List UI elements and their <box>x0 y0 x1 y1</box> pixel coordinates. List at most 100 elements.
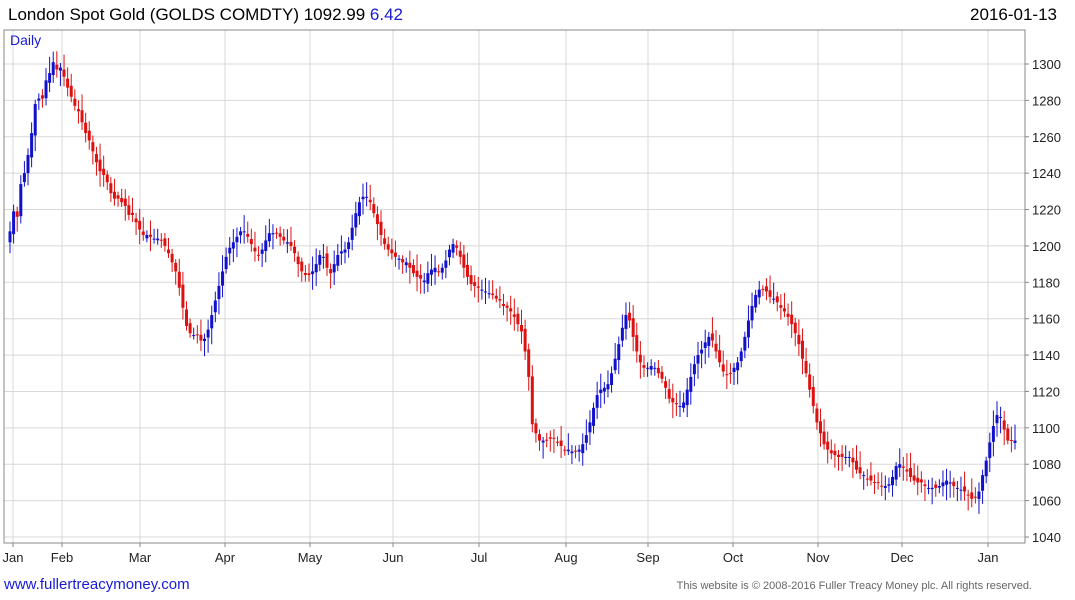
x-tick-label: Jun <box>383 550 404 565</box>
candle-body <box>981 475 985 491</box>
candle-body <box>581 444 585 454</box>
candle-body <box>404 262 408 266</box>
candle-body <box>350 227 354 240</box>
candle-body <box>617 344 621 361</box>
candle-body <box>311 271 315 275</box>
candle-body <box>833 450 837 456</box>
candle-body <box>426 273 430 284</box>
y-tick-label: 1040 <box>1032 530 1061 545</box>
candle-body <box>257 254 261 256</box>
candle-body <box>347 242 351 250</box>
candle-body <box>375 214 379 225</box>
candle-body <box>390 249 394 254</box>
x-tick-label: Mar <box>129 550 152 565</box>
candle-body <box>991 426 995 442</box>
candle-body <box>934 484 938 488</box>
candle-body <box>221 271 225 286</box>
candle-body <box>574 450 578 452</box>
candle-body <box>743 336 747 351</box>
candle-body <box>408 262 412 268</box>
candle-body <box>501 303 505 306</box>
y-tick-label: 1140 <box>1032 348 1060 363</box>
candle-body <box>584 435 588 443</box>
candle-body <box>437 271 441 273</box>
candle-body <box>336 255 340 266</box>
candle-body <box>329 269 333 274</box>
candle-body <box>559 440 563 447</box>
candle-body <box>156 238 160 241</box>
candle-body <box>40 95 44 99</box>
candle-body <box>455 245 459 248</box>
candle-body <box>516 313 520 325</box>
candle-body <box>545 439 549 441</box>
candle-body <box>793 322 797 334</box>
candle-body <box>635 335 639 352</box>
x-tick-label: Oct <box>723 550 744 565</box>
candle-body <box>905 469 909 472</box>
website-link[interactable]: www.fullertreacymoney.com <box>4 576 190 593</box>
candle-body <box>927 487 931 489</box>
candle-body <box>966 494 970 496</box>
candle-body <box>293 246 297 254</box>
candle-body <box>102 168 106 175</box>
candle-body <box>660 371 664 379</box>
candle-body <box>213 300 217 313</box>
candle-body <box>163 238 167 246</box>
candle-body <box>790 314 794 325</box>
candle-body <box>141 231 145 236</box>
y-tick-label: 1300 <box>1032 57 1061 72</box>
candle-body <box>631 318 635 337</box>
candle-body <box>876 482 880 484</box>
candle-body <box>970 492 974 499</box>
candle-body <box>159 239 163 241</box>
candle-body <box>51 62 55 76</box>
x-tick-label: Sep <box>636 550 659 565</box>
candle-body <box>58 67 62 71</box>
candle-body <box>869 475 873 481</box>
candle-body <box>210 315 214 329</box>
candle-body <box>602 387 606 392</box>
candle-body <box>710 333 714 341</box>
candle-body <box>422 280 426 283</box>
x-tick-label: Jan <box>3 550 24 565</box>
candle-body <box>231 242 235 249</box>
candle-body <box>768 290 772 297</box>
candle-body <box>458 250 462 257</box>
candle-body <box>566 449 570 452</box>
candle-body <box>181 284 185 308</box>
candle-body <box>923 484 927 487</box>
candle-body <box>192 335 196 337</box>
candle-body <box>170 253 174 263</box>
candle-body <box>440 267 444 273</box>
y-tick-label: 1120 <box>1032 384 1060 399</box>
candle-body <box>847 456 851 458</box>
candle-body <box>887 484 891 486</box>
candle-body <box>548 437 552 439</box>
candle-body <box>357 202 361 217</box>
candle-body <box>123 198 127 206</box>
candle-body <box>199 334 203 341</box>
candle-body <box>952 481 956 487</box>
candle-body <box>592 407 596 426</box>
candle-body <box>725 374 729 376</box>
candle-body <box>365 196 369 198</box>
candle-body <box>289 241 293 246</box>
candle-body <box>692 364 696 375</box>
candle-body <box>451 244 455 253</box>
candle-body <box>228 247 232 254</box>
x-tick-label: Apr <box>215 550 236 565</box>
candle-body <box>444 260 448 268</box>
candle-body <box>235 236 239 243</box>
candle-body <box>314 264 318 273</box>
candle-body <box>379 221 383 236</box>
candle-body <box>534 423 538 434</box>
copyright-notice: This website is © 2008-2016 Fuller Treac… <box>676 580 1032 592</box>
candle-body <box>984 460 988 477</box>
candle-body <box>656 367 660 374</box>
candle-body <box>732 367 736 372</box>
candle-body <box>246 233 250 237</box>
candle-body <box>339 251 343 254</box>
candle-body <box>538 434 542 441</box>
candle-body <box>840 453 844 457</box>
candle-body <box>26 154 30 174</box>
